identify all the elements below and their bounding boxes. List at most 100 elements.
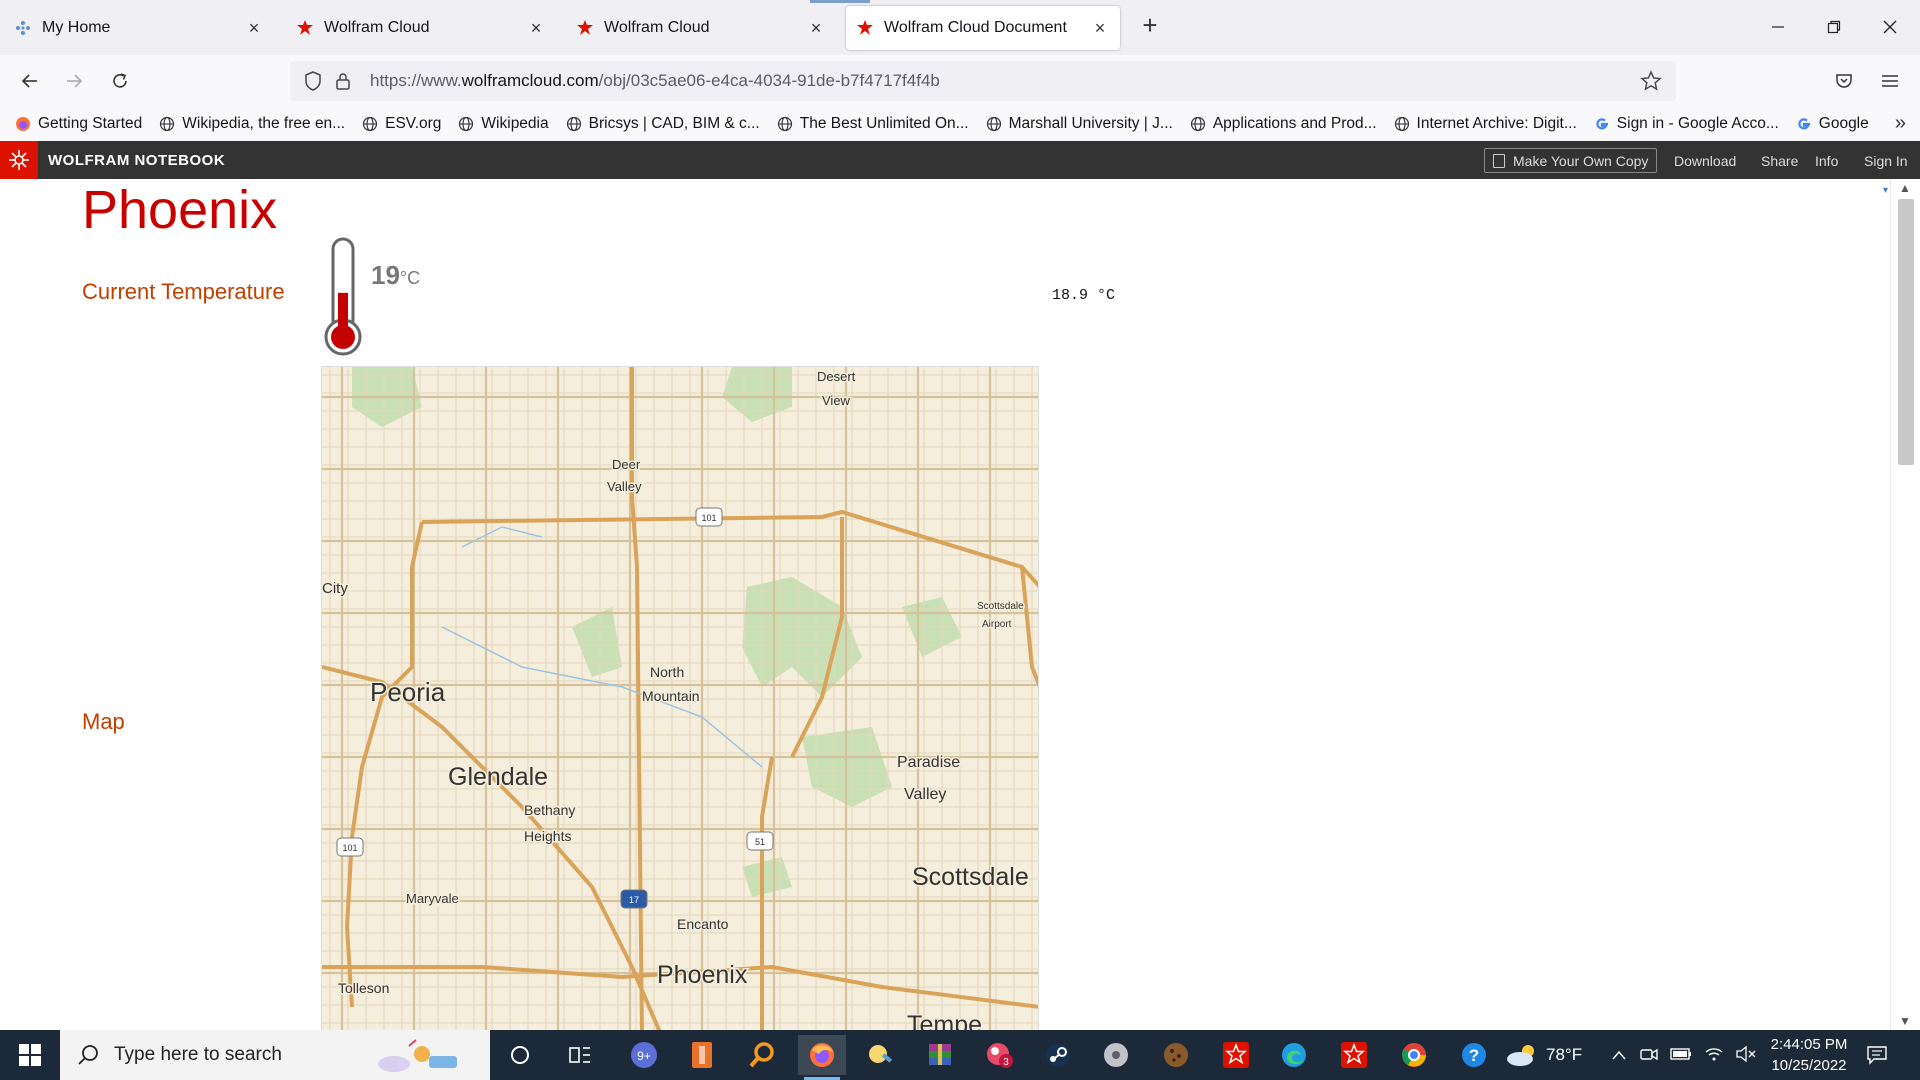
taskbar-wolfram-2[interactable] [1330,1035,1378,1075]
sign-in-button[interactable]: Sign In [1864,148,1908,173]
close-icon[interactable]: × [1090,18,1110,38]
download-button[interactable]: Download [1674,148,1736,173]
bookmark-item[interactable]: Getting Started [14,115,142,133]
close-icon[interactable]: × [526,18,546,38]
weather-widget[interactable]: 78°F [1504,1030,1582,1080]
taskbar-help[interactable]: ? [1450,1035,1498,1075]
map-place-label: Valley [607,479,642,494]
taskbar-app-7[interactable]: 3 [976,1035,1024,1075]
battery-icon[interactable] [1670,1047,1692,1064]
bookmark-item[interactable]: The Best Unlimited On... [776,115,969,133]
system-clock[interactable]: 2:44:05 PM 10/25/2022 [1764,1034,1854,1076]
close-window-button[interactable] [1870,10,1910,44]
camera-icon[interactable] [1640,1046,1658,1065]
bookmark-item[interactable]: Bricsys | CAD, BIM & c... [565,115,760,133]
tab-wolfram-cloud-document[interactable]: Wolfram Cloud Document × [846,6,1120,50]
pocket-button[interactable] [1828,65,1860,97]
scroll-up-icon[interactable]: ▲ [1899,181,1911,195]
taskbar-app-2[interactable] [678,1035,726,1075]
menu-button[interactable] [1874,65,1906,97]
tab-label: Wolfram Cloud [604,19,710,36]
notification-icon [1867,1046,1887,1065]
taskbar-app-10[interactable] [1152,1035,1200,1075]
tab-my-home[interactable]: My Home × [4,6,274,50]
taskbar-mathematica[interactable] [1212,1035,1260,1075]
url-text[interactable]: https://www.wolframcloud.com/obj/03c5ae0… [370,71,940,91]
system-tray [1612,1030,1756,1080]
close-icon[interactable]: × [244,18,264,38]
map-place-label: North [650,664,684,680]
back-button[interactable] [14,65,46,97]
app-badge-icon: 9+ [631,1042,657,1068]
task-view-button[interactable] [556,1035,604,1075]
scroll-down-icon[interactable]: ▼ [1899,1014,1911,1028]
globe-icon [1393,115,1411,133]
vertical-scrollbar[interactable]: ▲ ▼ [1890,179,1920,1030]
forward-button[interactable] [58,65,90,97]
start-button[interactable] [0,1030,60,1080]
search-highlight-illustration-icon [378,1039,457,1072]
tab-label: Wolfram Cloud Document [884,19,1067,36]
close-icon[interactable]: × [806,18,826,38]
wolfram-spikey-icon[interactable] [0,141,38,179]
bookmarks-overflow-chevron-icon[interactable]: » [1895,112,1906,135]
taskbar-app-9[interactable] [1092,1035,1140,1075]
bookmark-item[interactable]: Internet Archive: Digit... [1393,115,1577,133]
tab-wolfram-cloud-2[interactable]: Wolfram Cloud × [566,6,836,50]
bookmark-star-icon[interactable] [1638,68,1664,94]
globe-icon [1189,115,1207,133]
new-tab-button[interactable]: + [1136,12,1164,40]
info-button[interactable]: Info [1815,148,1838,173]
taskbar-edge[interactable] [1270,1035,1318,1075]
map-place-label: Paradise [897,754,960,771]
taskbar-chrome[interactable] [1390,1035,1438,1075]
winrar-icon [929,1044,951,1065]
tab-label: Wolfram Cloud [324,19,430,36]
minimize-button[interactable] [1758,10,1798,44]
tab-wolfram-cloud-1[interactable]: Wolfram Cloud × [286,6,556,50]
make-copy-button[interactable]: Make Your Own Copy [1484,148,1658,173]
taskbar-app-3[interactable] [738,1035,786,1075]
restore-icon [1827,20,1841,34]
share-button[interactable]: Share [1761,148,1798,173]
taskbar-app-6[interactable] [916,1035,964,1075]
taskbar-app-1[interactable]: 9+ [620,1035,668,1075]
map-label: Map [82,709,125,734]
address-bar[interactable]: https://www.wolframcloud.com/obj/03c5ae0… [290,61,1676,101]
scrollbar-thumb[interactable] [1898,199,1914,465]
reload-icon [113,73,127,88]
map-canvas: Desert View Deer Valley Peoria North Mountain G… [322,367,1038,1030]
bookmark-item[interactable]: Sign in - Google Acco... [1593,115,1779,133]
lock-icon[interactable] [330,68,356,94]
map-place-label: Scottsdale [912,863,1029,891]
notifications-button[interactable] [1866,1030,1888,1080]
bookmark-item[interactable]: Wikipedia, the free en... [158,115,345,133]
taskbar-steam[interactable] [1034,1035,1082,1075]
bookmark-item[interactable]: Google [1795,115,1869,133]
clock-date: 10/25/2022 [1771,1057,1847,1074]
bookmark-label: Wikipedia, the free en... [182,115,346,132]
globe-icon [776,115,794,133]
bookmark-item[interactable]: Wikipedia [457,115,549,133]
wifi-icon[interactable] [1704,1046,1724,1065]
reload-button[interactable] [104,65,136,97]
notebook-title: WOLFRAM NOTEBOOK [48,151,226,169]
taskbar-search-box[interactable]: Type here to search [60,1030,490,1080]
taskbar-app-5[interactable] [856,1035,904,1075]
phoenix-map[interactable]: Desert View Deer Valley Peoria North Mountain G… [321,366,1039,1030]
show-hidden-icons-chevron-up-icon[interactable] [1612,1047,1626,1063]
bookmark-item[interactable]: ESV.org [361,115,441,133]
bookmark-label: Sign in - Google Acco... [1616,115,1779,132]
thermometer-readout: 19°C [371,260,420,291]
task-view-cortana-button[interactable] [496,1035,544,1075]
shield-icon[interactable] [300,68,326,94]
bookmark-label: Internet Archive: Digit... [1416,115,1577,132]
volume-muted-icon[interactable] [1736,1045,1756,1065]
bookmark-item[interactable]: Applications and Prod... [1189,115,1377,133]
taskbar-firefox[interactable] [798,1035,846,1080]
bookmark-item[interactable]: Marshall University | J... [985,115,1173,133]
restore-button[interactable] [1814,10,1854,44]
google-icon [1795,115,1813,133]
weather-temperature: 78°F [1546,1045,1583,1064]
wolfram-snowflake-icon [14,19,32,37]
